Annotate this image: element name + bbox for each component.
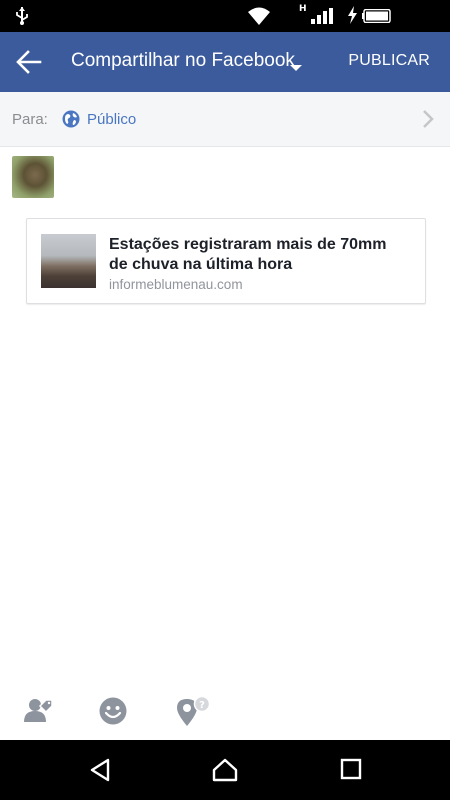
smiley-icon[interactable] <box>98 696 128 731</box>
signal-icon <box>311 8 333 29</box>
publish-button[interactable]: PUBLICAR <box>348 52 430 70</box>
audience-value: Público <box>87 111 137 128</box>
app-toolbar: Compartilhar no Facebook PUBLICAR <box>0 32 450 92</box>
arrow-left-icon <box>16 50 42 79</box>
tag-people-icon[interactable] <box>22 696 54 729</box>
globe-icon <box>62 110 80 133</box>
location-pin-icon[interactable]: ? <box>174 695 212 733</box>
wifi-icon <box>247 6 271 31</box>
caret-down-icon[interactable] <box>290 59 302 77</box>
link-preview-card[interactable]: Estações registraram mais de 70mm de chu… <box>26 218 426 304</box>
audience-label: Para: <box>12 111 48 128</box>
link-thumbnail <box>41 234 96 288</box>
audience-selector[interactable]: Para: Público <box>0 92 450 147</box>
nav-back-icon[interactable] <box>89 758 111 787</box>
network-type-label: H <box>299 4 307 14</box>
nav-home-icon[interactable] <box>212 758 238 787</box>
charging-icon <box>346 6 358 29</box>
avatar <box>12 156 54 198</box>
nav-recent-icon[interactable] <box>340 758 362 785</box>
link-title: Estações registraram mais de 70mm de chu… <box>109 236 387 273</box>
svg-text:?: ? <box>199 700 205 711</box>
usb-icon <box>14 6 30 31</box>
status-bar: H <box>0 0 450 32</box>
battery-icon <box>362 8 392 28</box>
chevron-right-icon <box>422 109 434 134</box>
navigation-bar <box>0 740 450 800</box>
share-target-selector[interactable]: Compartilhar no Facebook <box>71 50 295 72</box>
back-button[interactable] <box>16 46 54 78</box>
link-domain: informeblumenau.com <box>109 277 243 292</box>
